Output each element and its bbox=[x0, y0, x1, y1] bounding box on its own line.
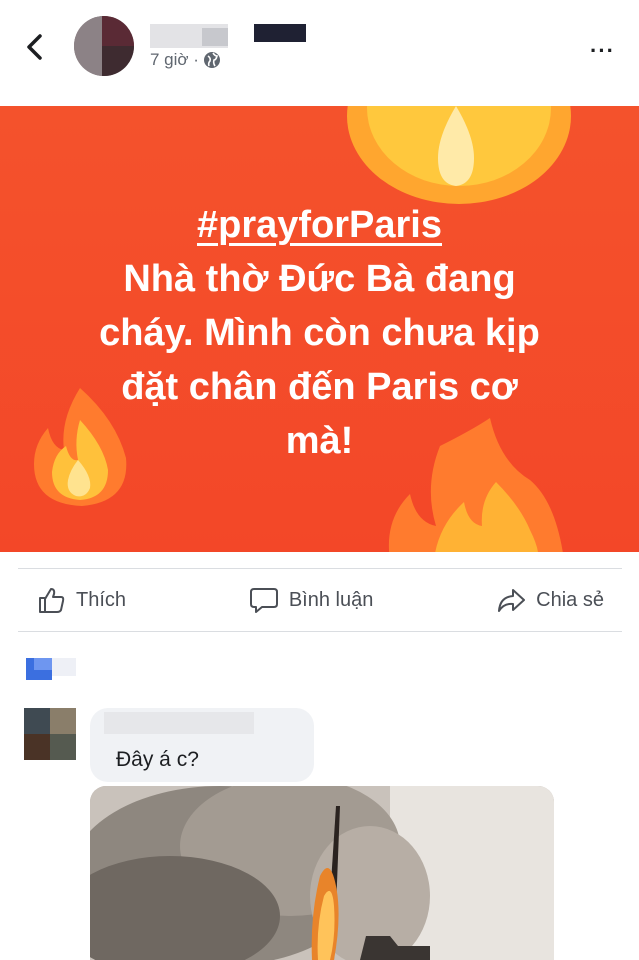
post-actions-bar: Thích Bình luận Chia sẻ bbox=[18, 568, 622, 632]
back-button[interactable] bbox=[20, 30, 52, 64]
globe-icon bbox=[203, 52, 220, 68]
post-meta: 7 giờ · bbox=[150, 50, 221, 70]
status-line-2: cháy. Mình còn chưa kịp bbox=[99, 312, 540, 354]
more-options-button[interactable]: ··· bbox=[590, 38, 615, 64]
share-icon bbox=[498, 589, 526, 612]
more-horizontal-icon: ··· bbox=[590, 38, 615, 63]
comment-label: Bình luận bbox=[288, 588, 374, 611]
status-text: #prayforParis Nhà thờ Đức Bà đang cháy. … bbox=[30, 198, 609, 468]
comment-button[interactable]: Bình luận bbox=[231, 585, 392, 615]
share-label: Chia sẻ bbox=[536, 588, 604, 611]
status-line-4: mà! bbox=[285, 420, 354, 462]
fire-emoji-top bbox=[347, 106, 571, 204]
post-time: 7 giờ · bbox=[150, 50, 199, 69]
status-line-3: đặt chân đến Paris cơ bbox=[121, 366, 518, 408]
hashtag-link[interactable]: #prayforParis bbox=[30, 198, 609, 252]
share-button[interactable]: Chia sẻ bbox=[478, 585, 622, 615]
commenter-name-redacted[interactable] bbox=[104, 712, 254, 734]
post-header: 7 giờ · ··· bbox=[0, 0, 639, 106]
author-avatar[interactable] bbox=[74, 16, 134, 76]
author-name-redacted[interactable] bbox=[150, 24, 306, 48]
cathedral-fire-image bbox=[90, 786, 554, 960]
comment-bubble[interactable]: Đây á c? bbox=[90, 708, 314, 782]
status-line-1: Nhà thờ Đức Bà đang bbox=[123, 258, 516, 300]
reaction-summary-redacted[interactable] bbox=[26, 658, 76, 680]
commenter-avatar[interactable] bbox=[24, 708, 76, 760]
comment-icon bbox=[249, 588, 278, 613]
like-button[interactable]: Thích bbox=[18, 585, 144, 615]
chevron-left-icon bbox=[27, 34, 42, 60]
like-icon bbox=[39, 588, 65, 613]
like-label: Thích bbox=[76, 588, 127, 611]
comment-text: Đây á c? bbox=[116, 748, 199, 771]
comment-photo[interactable] bbox=[90, 786, 554, 960]
status-banner: #prayforParis Nhà thờ Đức Bà đang cháy. … bbox=[0, 106, 639, 552]
